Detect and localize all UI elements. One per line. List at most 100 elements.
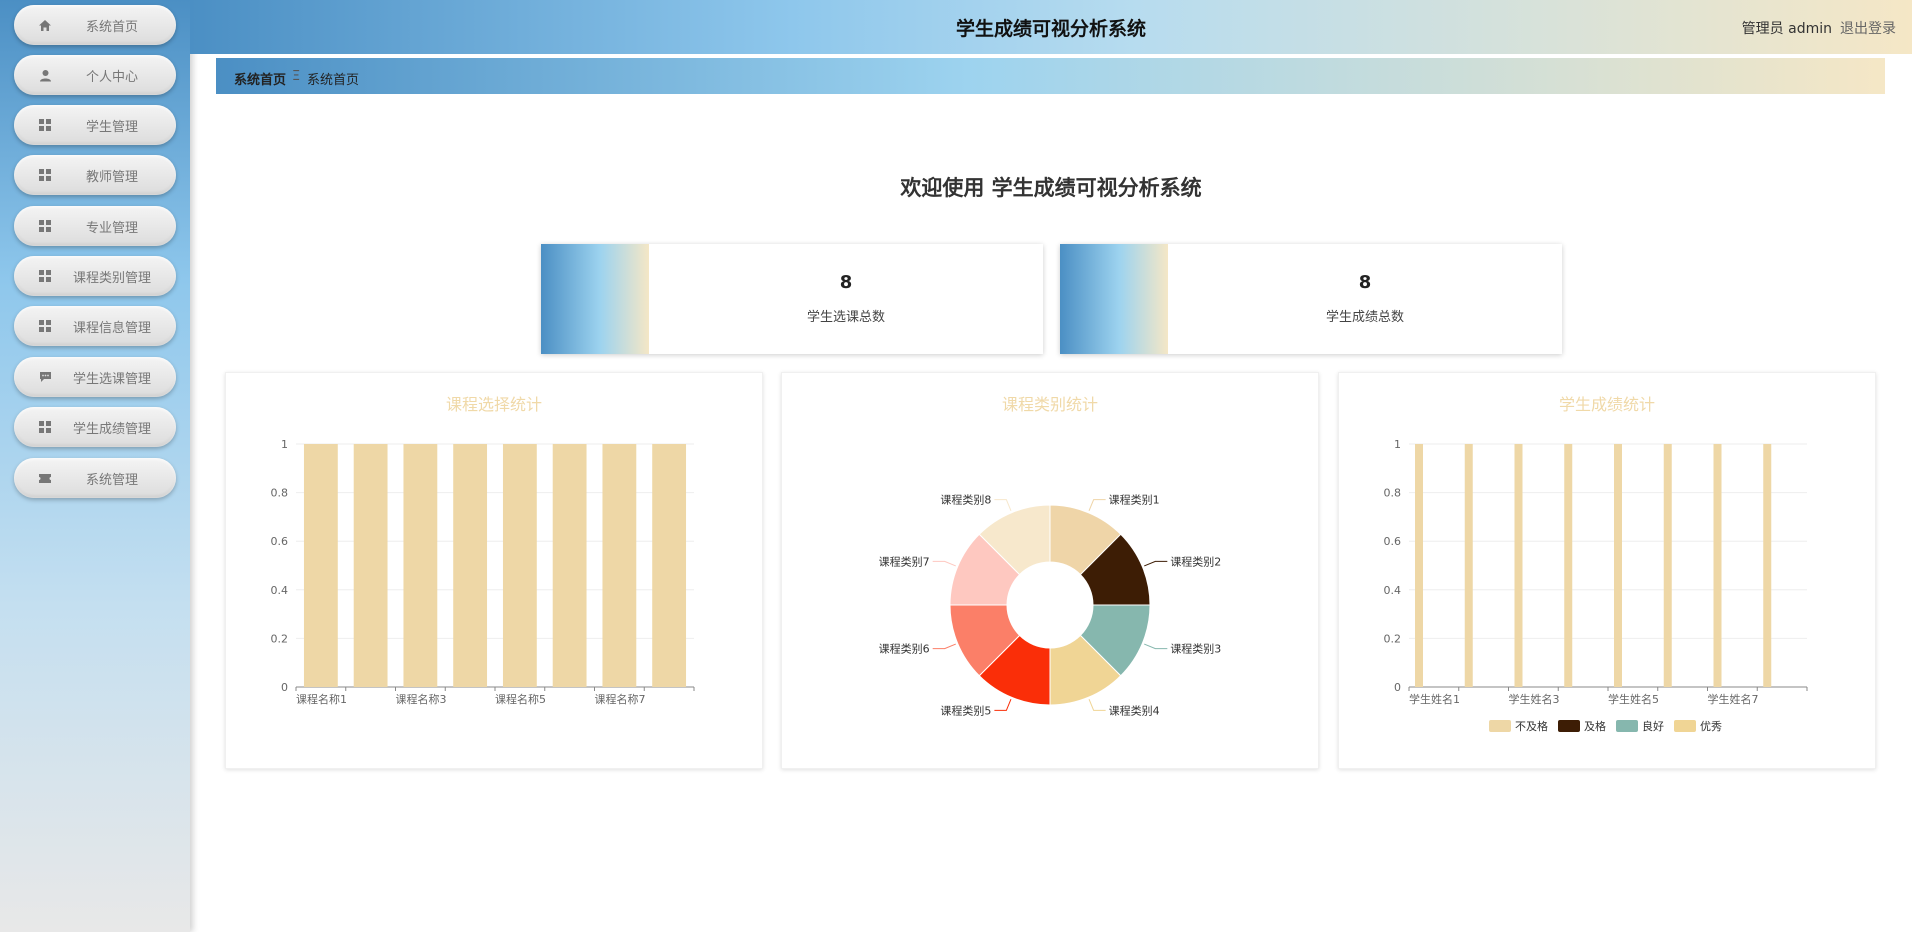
y-tick-label: 0.8 bbox=[271, 487, 289, 500]
sidebar-item-label: 课程类别管理 bbox=[72, 270, 151, 286]
stat-value: 8 bbox=[1358, 272, 1372, 293]
sidebar-item-label: 学生选课管理 bbox=[72, 371, 151, 387]
x-tick-label: 课程名称3 bbox=[396, 692, 447, 706]
legend-swatch bbox=[1674, 720, 1696, 732]
pie-label: 课程类别1 bbox=[1109, 493, 1160, 507]
stat-label: 学生选课总数 bbox=[806, 310, 885, 325]
bar bbox=[1763, 444, 1772, 687]
sidebar-item-course-selection[interactable]: 学生选课管理 bbox=[14, 357, 176, 397]
chart-panel-course-category: 课程类别统计 课程类别1 课程类别2 课程类别3 课程类别4 课程类别5 课程类别6 课程类… bbox=[781, 372, 1319, 769]
course-selection-bar-chart: 0 0.2 0.4 0.6 0.8 1 课程名称1 课程名称3 课程名称5 课程名称7 bbox=[271, 438, 695, 706]
x-tick-label: 学生姓名3 bbox=[1509, 692, 1560, 706]
sidebar-item-label: 教师管理 bbox=[85, 169, 138, 185]
y-tick-label: 0.6 bbox=[1384, 535, 1402, 548]
welcome-heading: 欢迎使用 学生成绩可视分析系统 bbox=[900, 176, 1202, 200]
top-header: 学生成绩可视分析系统 管理员 admin 退出登录 bbox=[190, 0, 1912, 54]
x-tick-label: 学生姓名1 bbox=[1409, 692, 1460, 706]
y-tick-label: 0.2 bbox=[1384, 632, 1402, 645]
sidebar-item-label: 学生管理 bbox=[85, 119, 138, 135]
pie-leader-line bbox=[994, 699, 1012, 711]
bar bbox=[1713, 444, 1722, 687]
breadcrumb: 系统首页 Ξ 系统首页 bbox=[216, 58, 1885, 94]
sidebar-item-label: 系统首页 bbox=[85, 19, 138, 35]
bar bbox=[453, 444, 488, 687]
stat-card-stripe bbox=[541, 244, 649, 354]
bar bbox=[1663, 444, 1672, 687]
pie-leader-line bbox=[1088, 499, 1106, 511]
pie-label: 课程类别4 bbox=[1109, 703, 1160, 717]
y-tick-label: 0.2 bbox=[271, 632, 289, 645]
sidebar-item-home[interactable]: 系统首页 bbox=[14, 5, 176, 45]
bar bbox=[602, 444, 637, 687]
bar bbox=[303, 444, 338, 687]
pie-leader-line bbox=[1088, 699, 1106, 711]
sidebar-item-label: 课程信息管理 bbox=[72, 320, 151, 336]
sidebar-item-personal[interactable]: 个人中心 bbox=[14, 55, 176, 95]
y-tick-label: 0.8 bbox=[1384, 487, 1402, 500]
breadcrumb-root[interactable]: 系统首页 bbox=[234, 69, 286, 88]
sidebar-item-grades[interactable]: 学生成绩管理 bbox=[14, 407, 176, 447]
chart-panel-course-selection: 课程选择统计 0 0.2 0.4 0.6 0.8 1 课程名称1 课程名称3 课程名称5 课程名称… bbox=[225, 372, 763, 769]
y-tick-label: 1 bbox=[1394, 438, 1401, 451]
pie-leader-line bbox=[1144, 643, 1168, 650]
stat-label: 学生成绩总数 bbox=[1325, 310, 1404, 325]
legend-swatch bbox=[1616, 720, 1638, 732]
x-tick-label: 课程名称5 bbox=[495, 692, 546, 706]
app-title: 学生成绩可视分析系统 bbox=[955, 18, 1146, 40]
bar bbox=[1415, 444, 1423, 687]
bar bbox=[552, 444, 587, 687]
sidebar-item-course-categories[interactable]: 课程类别管理 bbox=[14, 256, 176, 296]
y-tick-label: 1 bbox=[281, 438, 288, 451]
pie-leader-line bbox=[932, 643, 956, 650]
stat-value: 8 bbox=[839, 272, 853, 293]
pie-label: 课程类别3 bbox=[1170, 642, 1221, 656]
stat-card-grades: 8 学生成绩总数 bbox=[1060, 244, 1562, 354]
sidebar-item-system[interactable]: 系统管理 bbox=[14, 458, 176, 498]
pie-label: 课程类别7 bbox=[879, 554, 930, 568]
pie-leader-line bbox=[932, 560, 956, 567]
course-category-pie-chart: 课程类别1 课程类别2 课程类别3 课程类别4 课程类别5 课程类别6 课程类别7 课程类别8 bbox=[879, 493, 1222, 718]
bar bbox=[652, 444, 687, 687]
stat-card-stripe bbox=[1060, 244, 1168, 354]
sidebar-item-students[interactable]: 学生管理 bbox=[14, 105, 176, 145]
y-tick-label: 0.4 bbox=[1384, 584, 1402, 597]
sidebar-item-course-info[interactable]: 课程信息管理 bbox=[14, 306, 176, 346]
pie-label: 课程类别6 bbox=[879, 642, 930, 656]
sidebar-item-teachers[interactable]: 教师管理 bbox=[14, 155, 176, 195]
bar bbox=[403, 444, 438, 687]
x-tick-label: 课程名称1 bbox=[296, 692, 347, 706]
sidebar-item-label: 个人中心 bbox=[85, 69, 138, 85]
legend-label: 不及格 bbox=[1515, 719, 1548, 733]
logout-link[interactable]: 退出登录 bbox=[1840, 18, 1896, 38]
breadcrumb-current: 系统首页 bbox=[307, 73, 360, 88]
chart-panel-student-grades: 学生成绩统计 0 0.2 0.4 0.6 0.8 1 学生姓名1 学生姓名3 学生姓名5 学生姓名… bbox=[1338, 372, 1876, 769]
bar bbox=[1464, 444, 1473, 687]
pie-label: 课程类别8 bbox=[940, 493, 991, 507]
pie-leader-line bbox=[994, 499, 1012, 511]
sidebar: 系统首页 个人中心 学生管理 教师管理 专业管理 课程类别管理 课程信息管理 学… bbox=[0, 0, 190, 932]
y-tick-label: 0.4 bbox=[271, 584, 289, 597]
admin-label: 管理员 admin bbox=[1741, 21, 1832, 37]
x-tick-label: 课程名称7 bbox=[595, 692, 646, 706]
breadcrumb-separator: Ξ bbox=[292, 69, 301, 84]
bar bbox=[502, 444, 537, 687]
pie-leader-line bbox=[1144, 560, 1168, 567]
stat-card-course-selections: 8 学生选课总数 bbox=[541, 244, 1043, 354]
pie-label: 课程类别5 bbox=[940, 703, 991, 717]
bar bbox=[1564, 444, 1573, 687]
sidebar-item-label: 专业管理 bbox=[85, 220, 138, 236]
x-tick-label: 学生姓名5 bbox=[1608, 692, 1659, 706]
legend-swatch bbox=[1558, 720, 1580, 732]
legend-label: 及格 bbox=[1584, 719, 1606, 733]
sidebar-item-label: 学生成绩管理 bbox=[72, 421, 151, 437]
bar bbox=[1514, 444, 1523, 687]
pie-label: 课程类别2 bbox=[1170, 554, 1221, 568]
y-tick-label: 0 bbox=[281, 681, 288, 694]
legend-swatch bbox=[1489, 720, 1511, 732]
x-tick-label: 学生姓名7 bbox=[1708, 692, 1759, 706]
student-grades-bar-chart: 0 0.2 0.4 0.6 0.8 1 学生姓名1 学生姓名3 学生姓名5 学生姓名7 不及格 及格 良… bbox=[1384, 438, 1808, 733]
bar bbox=[353, 444, 388, 687]
sidebar-item-label: 系统管理 bbox=[85, 472, 138, 488]
bar bbox=[1614, 444, 1622, 687]
sidebar-item-majors[interactable]: 专业管理 bbox=[14, 206, 176, 246]
